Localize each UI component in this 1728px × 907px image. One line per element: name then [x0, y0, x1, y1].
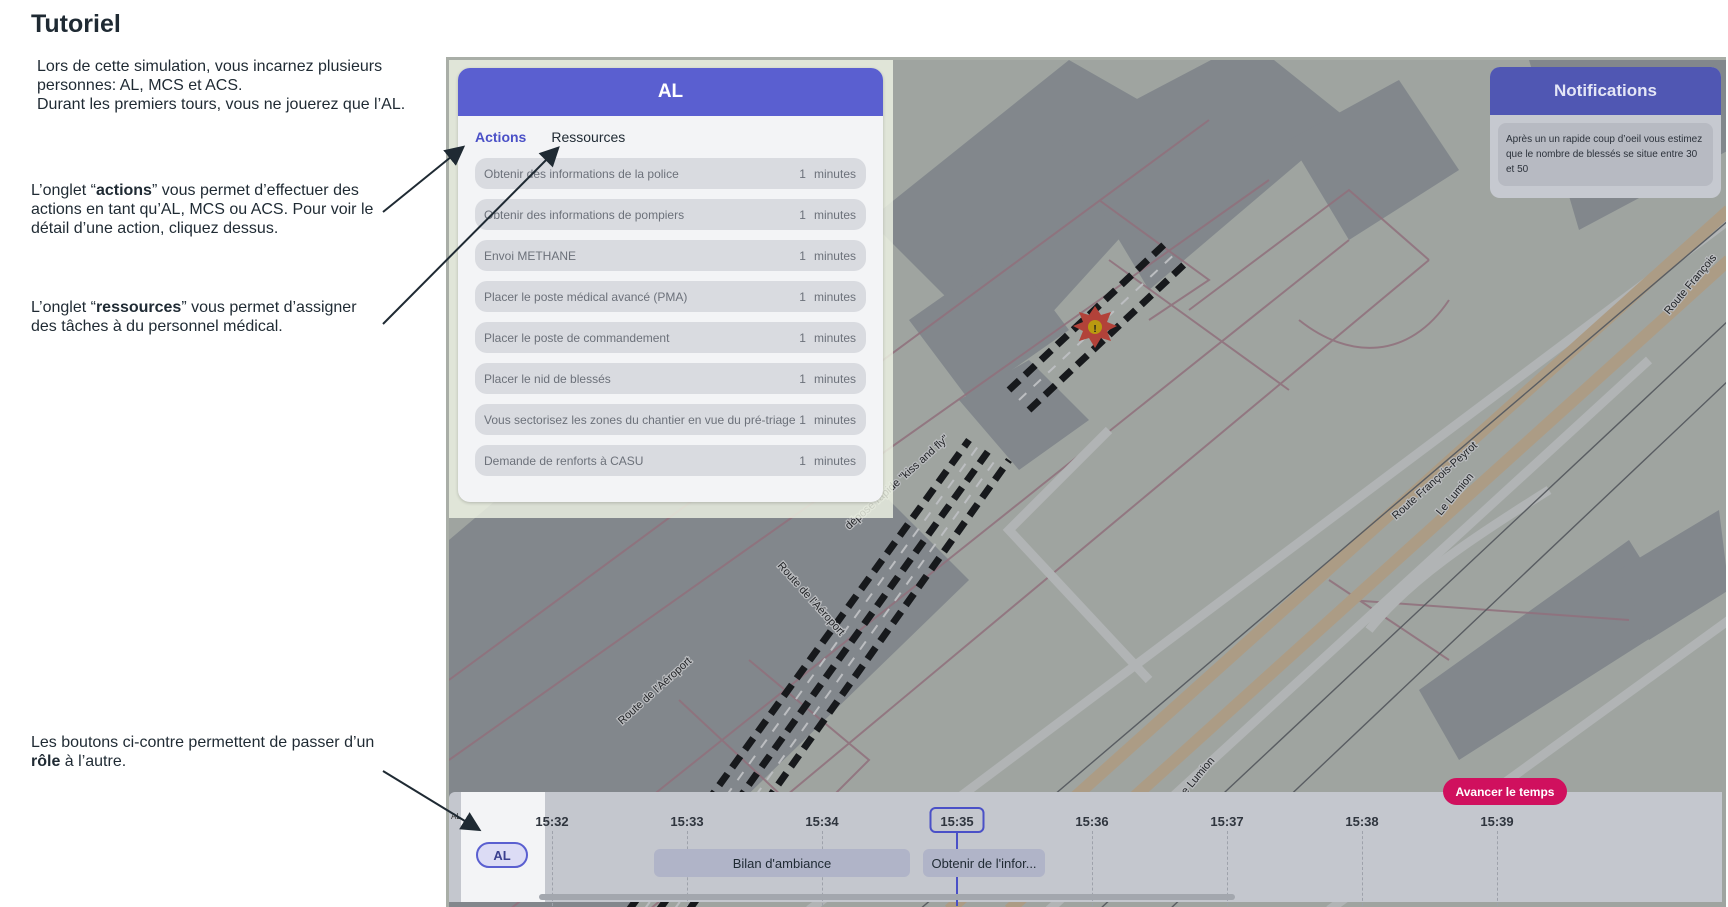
tip-text: Les boutons ci-contre permettent de pass… — [31, 734, 375, 751]
action-duration-unit: minutes — [813, 330, 856, 345]
action-label: Obtenir des informations de pompiers — [484, 207, 685, 222]
action-label: Obtenir des informations de la police — [484, 166, 679, 181]
action-label: Placer le poste médical avancé (PMA) — [484, 289, 688, 304]
action-label: Placer le nid de blessés — [484, 371, 611, 386]
intro-line: Durant les premiers tours, vous ne jouer… — [37, 96, 406, 113]
advance-time-button[interactable]: Avancer le temps — [1443, 778, 1567, 805]
action-label: Envoi METHANE — [484, 248, 577, 263]
action-duration-unit: minutes — [813, 289, 856, 304]
action-duration: 1 minutes — [799, 249, 856, 263]
timeline-tick-label: 15:32 — [535, 814, 569, 829]
current-time-marker — [929, 807, 985, 833]
tab-actions[interactable]: Actions — [475, 129, 526, 145]
timeline-tick-label: 15:36 — [1075, 814, 1109, 829]
action-duration-value: 1 — [799, 166, 806, 181]
panel-title: AL — [458, 68, 883, 116]
action-item[interactable]: Obtenir des informations de la police 1 mi… — [475, 158, 866, 189]
action-item[interactable]: Vous sectorisez les zones du chantier en… — [475, 404, 866, 435]
timeline — [449, 792, 1722, 902]
intro-line: Lors de cette simulation, vous incarnez … — [37, 58, 383, 75]
action-duration: 1 minutes — [799, 331, 856, 345]
tip-text: L’onglet “ — [31, 299, 96, 316]
action-item[interactable]: Envoi METHANE 1 minutes — [475, 240, 866, 271]
action-label: Demande de renforts à CASU — [484, 453, 644, 468]
tab-resources[interactable]: Ressources — [551, 129, 625, 145]
action-item[interactable]: Obtenir des informations de pompiers 1 min… — [475, 199, 866, 230]
tip-resources: L’onglet “ressources” vous permet d’assi… — [31, 298, 381, 336]
action-duration-unit: minutes — [813, 166, 856, 181]
timeline-tick-label: 15:38 — [1345, 814, 1379, 829]
action-duration-value: 1 — [799, 412, 806, 427]
timeline-tick-label: 15:39 — [1480, 814, 1514, 829]
action-duration: 1 minutes — [799, 167, 856, 181]
timeline-event[interactable]: Bilan d'ambiance — [654, 849, 910, 877]
timeline-tick-label: 15:37 — [1210, 814, 1244, 829]
action-duration-unit: minutes — [813, 371, 856, 386]
timeline-tick-line — [1497, 831, 1498, 906]
action-duration-value: 1 — [799, 371, 806, 386]
tip-roles: Les boutons ci-contre permettent de pass… — [31, 733, 381, 771]
timeline-tick-label: 15:34 — [805, 814, 839, 829]
tip-actions: L’onglet “actions” vous permet d’effectu… — [31, 181, 381, 238]
action-list: Obtenir des informations de la police 1 mi… — [458, 158, 883, 476]
timeline-event[interactable]: Obtenir de l'infor... — [923, 849, 1045, 877]
tip-keyword: rôle — [31, 753, 61, 770]
action-item[interactable]: Demande de renforts à CASU 1 minutes — [475, 445, 866, 476]
tip-text: à l’autre. — [60, 753, 127, 770]
action-duration-unit: minutes — [813, 412, 856, 427]
action-item[interactable]: Placer le nid de blessés 1 minutes — [475, 363, 866, 394]
action-item[interactable]: Placer le poste médical avancé (PMA) 1 min… — [475, 281, 866, 312]
tip-text: L’onglet “ — [31, 182, 96, 199]
action-duration: 1 minutes — [799, 454, 856, 468]
action-duration-value: 1 — [799, 207, 806, 222]
timeline-tick-line — [1362, 831, 1363, 906]
action-duration-value: 1 — [799, 248, 806, 263]
panel-tabs: Actions Ressources — [458, 116, 883, 158]
action-duration: 1 minutes — [799, 290, 856, 304]
action-item[interactable]: Placer le poste de commandement 1 minutes — [475, 322, 866, 353]
action-duration-unit: minutes — [813, 248, 856, 263]
timeline-scrollbar[interactable] — [539, 894, 1235, 900]
action-duration-unit: minutes — [813, 207, 856, 222]
action-duration: 1 minutes — [799, 208, 856, 222]
al-panel: AL Actions Ressources Obtenir des inform… — [458, 68, 883, 502]
intro-text: Lors de cette simulation, vous incarnez … — [37, 57, 437, 114]
timeline-tick-label: 15:33 — [670, 814, 704, 829]
tip-keyword: actions — [95, 182, 152, 199]
role-tiny-label: AL — [451, 812, 461, 821]
action-label: Placer le poste de commandement — [484, 330, 670, 345]
intro-line: personnes: AL, MCS et ACS. — [37, 77, 243, 94]
tip-keyword: ressources — [95, 299, 182, 316]
action-duration: 1 minutes — [799, 372, 856, 386]
notifications-title: Notifications — [1490, 67, 1721, 115]
game-frame: ! Route de l'Aéroport Route de l'Aéropor… — [446, 57, 1726, 907]
notifications-panel: Notifications Après un un rapide coup d’… — [1490, 67, 1721, 198]
action-duration-value: 1 — [799, 289, 806, 304]
action-duration-value: 1 — [799, 330, 806, 345]
notification-message: Après un un rapide coup d’oeil vous esti… — [1498, 123, 1713, 186]
action-duration-unit: minutes — [813, 453, 856, 468]
action-duration: 1 minutes — [799, 413, 856, 427]
role-button-al[interactable]: AL — [476, 842, 528, 868]
page-title: Tutoriel — [31, 10, 121, 38]
action-duration-value: 1 — [799, 453, 806, 468]
action-label: Vous sectorisez les zones du chantier en… — [484, 412, 796, 427]
